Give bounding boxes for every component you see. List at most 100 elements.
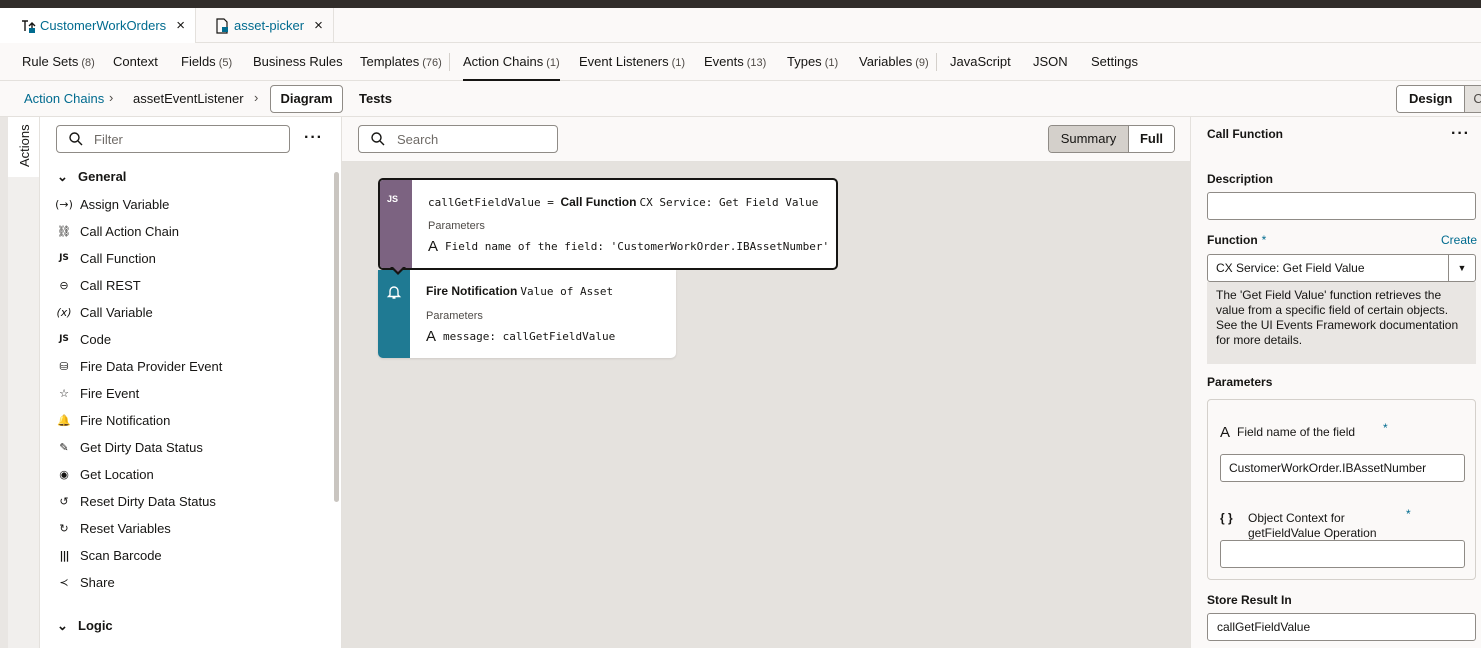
- tab-json[interactable]: JSON: [1033, 43, 1068, 81]
- search-icon: [69, 132, 83, 146]
- tab-event-listeners[interactable]: Event Listeners (1): [579, 43, 685, 81]
- diagram-canvas[interactable]: Fire Notification Value of Asset Paramet…: [342, 162, 1190, 648]
- node-param: A Field name of the field: 'CustomerWorkO…: [428, 238, 829, 255]
- tab-count: (1): [824, 57, 839, 69]
- param-field-name-input[interactable]: CustomerWorkOrder.IBAssetNumber: [1220, 454, 1465, 482]
- action-fire-event[interactable]: ☆ Fire Event: [54, 383, 139, 403]
- action-get-location[interactable]: ◉ Get Location: [54, 464, 154, 484]
- properties-title: Call Function: [1207, 127, 1283, 141]
- action-fire-data-provider-event[interactable]: ⛁ Fire Data Provider Event: [54, 356, 222, 376]
- node-param-value: message: callGetFieldValue: [443, 330, 616, 343]
- properties-panel: Call Function ··· Description Function * …: [1190, 117, 1481, 648]
- code-icon: JS: [59, 334, 69, 344]
- tab-rule-sets[interactable]: Rule Sets (8): [22, 43, 95, 81]
- tab-label: JSON: [1033, 54, 1068, 69]
- file-tab-label: CustomerWorkOrders: [40, 18, 167, 33]
- parameters-box: A Field name of the field * CustomerWork…: [1207, 399, 1476, 580]
- tab-count: (8): [81, 57, 95, 69]
- tab-count: (9): [915, 57, 929, 69]
- variable-icon: (x): [56, 305, 72, 319]
- canvas-search-input[interactable]: Search: [358, 125, 558, 153]
- design-button[interactable]: Design: [1397, 86, 1465, 112]
- action-assign-variable[interactable]: (→) Assign Variable: [54, 194, 169, 214]
- action-label: Fire Notification: [80, 412, 171, 428]
- tab-fields[interactable]: Fields (5): [181, 43, 232, 81]
- breadcrumb-action-chains-link[interactable]: Action Chains: [24, 91, 104, 106]
- action-reset-dirty-data-status[interactable]: ↺ Reset Dirty Data Status: [54, 491, 216, 511]
- more-options-icon[interactable]: ···: [304, 129, 323, 147]
- dropdown-arrow-icon[interactable]: ▼: [1448, 255, 1475, 281]
- fire-notification-node[interactable]: Fire Notification Value of Asset Paramet…: [378, 270, 676, 358]
- tab-types[interactable]: Types (1): [787, 43, 838, 81]
- bell-icon: [386, 286, 402, 299]
- action-label: Call Variable: [80, 304, 153, 320]
- summary-button[interactable]: Summary: [1049, 126, 1128, 152]
- chevron-down-icon: ⌄: [57, 618, 68, 633]
- tab-events[interactable]: Events (13): [704, 43, 766, 81]
- tab-templates[interactable]: Templates (76): [360, 43, 442, 81]
- location-pin-icon: ◉: [59, 467, 69, 481]
- action-get-dirty-data-status[interactable]: ✎ Get Dirty Data Status: [54, 437, 202, 457]
- function-label: Function *: [1207, 233, 1266, 247]
- filter-input[interactable]: Filter: [56, 125, 290, 153]
- node-params-label: Parameters: [426, 310, 483, 322]
- dirty-data-icon: ✎: [59, 440, 69, 454]
- rules-file-icon: [22, 19, 36, 33]
- tab-javascript[interactable]: JavaScript: [950, 43, 1011, 81]
- call-action-chain-icon: ⛓: [57, 224, 71, 238]
- file-tab-customerworkorders[interactable]: CustomerWorkOrders ×: [0, 8, 196, 43]
- action-call-action-chain[interactable]: ⛓ Call Action Chain: [54, 221, 179, 241]
- tab-action-chains[interactable]: Action Chains (1): [463, 43, 560, 81]
- page-file-icon: [216, 17, 228, 34]
- tab-label: Event Listeners: [579, 54, 669, 69]
- store-result-input[interactable]: callGetFieldValue: [1207, 613, 1476, 641]
- tab-context[interactable]: Context: [113, 43, 158, 81]
- tab-label: Variables: [859, 54, 913, 69]
- palette-scrollbar[interactable]: [334, 172, 339, 502]
- node-band: JS: [380, 180, 412, 268]
- database-icon: ⛁: [59, 359, 69, 373]
- action-label: Call REST: [80, 277, 141, 293]
- group-logic[interactable]: ⌄ Logic: [57, 618, 113, 634]
- chevron-right-icon: ›: [254, 90, 259, 105]
- action-code[interactable]: JS Code: [54, 329, 111, 349]
- action-scan-barcode[interactable]: ||| Scan Barcode: [54, 545, 161, 565]
- action-label: Call Function: [80, 250, 156, 266]
- param-object-context-input[interactable]: [1220, 540, 1465, 568]
- action-label: Code: [80, 331, 112, 347]
- full-button[interactable]: Full: [1128, 126, 1174, 152]
- create-function-link[interactable]: Create: [1441, 233, 1477, 247]
- call-function-node[interactable]: JS callGetFieldValue = Call Function CX …: [378, 178, 838, 270]
- action-reset-variables[interactable]: ↻ Reset Variables: [54, 518, 170, 538]
- tab-variables[interactable]: Variables (9): [859, 43, 929, 81]
- file-tab-asset-picker[interactable]: asset-picker ×: [196, 8, 334, 43]
- function-select-value: CX Service: Get Field Value: [1216, 261, 1365, 275]
- action-label: Reset Dirty Data Status: [80, 493, 216, 509]
- tab-settings[interactable]: Settings: [1091, 43, 1138, 81]
- close-icon[interactable]: ×: [176, 17, 185, 34]
- actions-vertical-tab[interactable]: Actions: [8, 117, 40, 177]
- actions-tab-label: Actions: [17, 124, 32, 167]
- left-edge-strip: [0, 117, 8, 648]
- tab-business-rules[interactable]: Business Rules: [253, 43, 343, 81]
- canvas-toolbar: Search Summary Full: [342, 117, 1190, 162]
- description-input[interactable]: [1207, 192, 1476, 220]
- tests-button[interactable]: Tests: [359, 91, 392, 106]
- action-call-rest[interactable]: ⊖ Call REST: [54, 275, 141, 295]
- group-general[interactable]: ⌄ General: [57, 169, 126, 185]
- node-target: CX Service: Get Field Value: [639, 196, 819, 209]
- action-call-variable[interactable]: (x) Call Variable: [54, 302, 153, 322]
- action-share[interactable]: ≺ Share: [54, 572, 114, 592]
- event-star-icon: ☆: [59, 386, 69, 400]
- function-select[interactable]: CX Service: Get Field Value ▼: [1207, 254, 1476, 282]
- code-button[interactable]: C: [1464, 86, 1481, 112]
- tab-label: Action Chains: [463, 54, 544, 69]
- action-fire-notification[interactable]: 🔔 Fire Notification: [54, 410, 170, 430]
- search-icon: [371, 132, 385, 146]
- group-title: General: [78, 169, 127, 184]
- node-equals: =: [540, 196, 561, 209]
- action-call-function[interactable]: JS Call Function: [54, 248, 156, 268]
- close-icon[interactable]: ×: [314, 17, 323, 34]
- more-options-icon[interactable]: ···: [1451, 125, 1470, 143]
- diagram-button[interactable]: Diagram: [270, 85, 343, 113]
